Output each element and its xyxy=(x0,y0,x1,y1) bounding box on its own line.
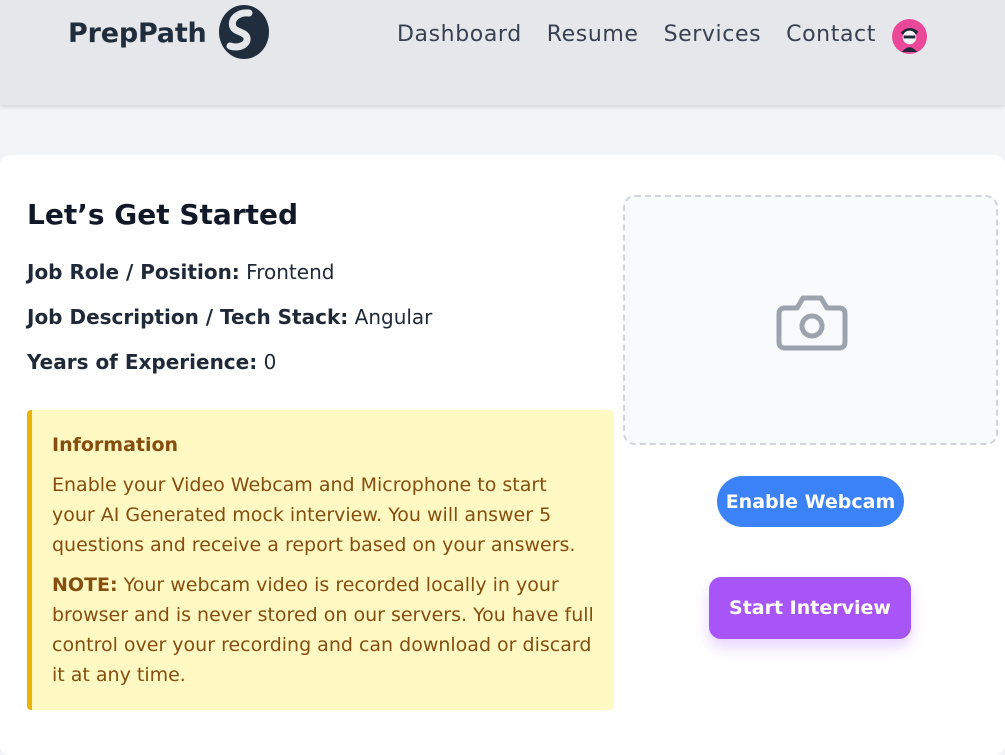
logo-icon[interactable] xyxy=(216,3,270,60)
start-interview-button[interactable]: Start Interview xyxy=(709,577,911,639)
user-avatar[interactable] xyxy=(892,19,927,54)
note-body: Your webcam video is recorded locally in… xyxy=(52,574,594,686)
information-alert: Information Enable your Video Webcam and… xyxy=(27,410,614,710)
job-role-value: Frontend xyxy=(246,260,335,284)
top-navbar: PrepPath Dashboard Resume Services Conta… xyxy=(0,0,1005,105)
experience-label: Years of Experience: xyxy=(27,350,258,374)
job-role-field: Job Role / Position: Frontend xyxy=(27,260,334,284)
job-role-label: Job Role / Position: xyxy=(27,260,240,284)
experience-field: Years of Experience: 0 xyxy=(27,350,276,374)
nav-resume[interactable]: Resume xyxy=(547,22,639,47)
webcam-placeholder xyxy=(623,195,998,445)
note-label: NOTE: xyxy=(52,574,118,596)
note-text: NOTE: Your webcam video is recorded loca… xyxy=(52,570,594,690)
enable-webcam-button[interactable]: Enable Webcam xyxy=(717,476,904,527)
information-title: Information xyxy=(52,434,179,456)
tech-stack-field: Job Description / Tech Stack: Angular xyxy=(27,305,432,329)
experience-value: 0 xyxy=(263,350,277,374)
tech-stack-label: Job Description / Tech Stack: xyxy=(27,305,349,329)
nav-contact[interactable]: Contact xyxy=(786,22,876,47)
page-title: Let’s Get Started xyxy=(27,198,299,231)
information-text: Enable your Video Webcam and Microphone … xyxy=(52,474,576,556)
brand-name[interactable]: PrepPath xyxy=(68,18,207,49)
main-nav: Dashboard Resume Services Contact xyxy=(397,22,901,47)
nav-services[interactable]: Services xyxy=(664,22,762,47)
nav-dashboard[interactable]: Dashboard xyxy=(397,22,522,47)
tech-stack-value: Angular xyxy=(354,305,433,329)
camera-icon xyxy=(776,295,848,351)
